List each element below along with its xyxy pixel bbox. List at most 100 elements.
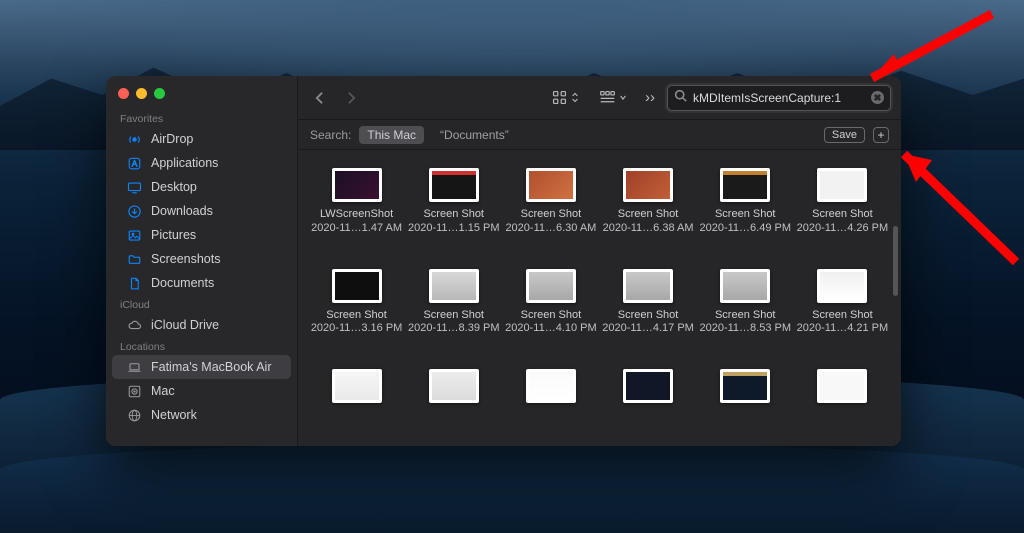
window-controls <box>106 86 297 109</box>
file-label: Screen Shot2020-11…4.17 PM <box>602 309 694 337</box>
maximize-button[interactable] <box>154 88 165 99</box>
sidebar-item-pictures[interactable]: Pictures <box>112 223 291 247</box>
sidebar-item-label: Documents <box>151 276 214 290</box>
sidebar-item-icloud-drive[interactable]: iCloud Drive <box>112 313 291 337</box>
file-label: Screen Shot2020-11…8.39 PM <box>408 309 500 337</box>
group-button[interactable] <box>593 86 633 109</box>
download-icon <box>126 203 142 219</box>
file-thumbnail <box>526 269 576 303</box>
file-label: Screen Shot2020-11…4.10 PM <box>505 309 597 337</box>
file-item[interactable] <box>407 369 500 436</box>
file-thumbnail <box>720 168 770 202</box>
sidebar-item-label: AirDrop <box>151 132 193 146</box>
search-icon <box>674 89 687 107</box>
add-search-criteria-button[interactable]: + <box>873 127 889 143</box>
file-thumbnail <box>332 369 382 403</box>
search-input[interactable] <box>693 91 865 105</box>
file-item[interactable]: Screen Shot2020-11…1.15 PM <box>407 168 500 263</box>
folder-icon <box>126 251 142 267</box>
toolbar-overflow-button[interactable]: ›› <box>641 89 659 106</box>
file-thumbnail <box>429 269 479 303</box>
sidebar-item-label: Downloads <box>151 204 213 218</box>
file-item[interactable]: Screen Shot2020-11…4.21 PM <box>796 269 889 364</box>
sidebar-item-label: Pictures <box>151 228 196 242</box>
file-label: Screen Shot2020-11…6.30 AM <box>505 208 596 236</box>
sidebar-item-label: Screenshots <box>151 252 220 266</box>
sidebar-item-label: Network <box>151 408 197 422</box>
file-thumbnail <box>817 369 867 403</box>
file-label: Screen Shot2020-11…6.38 AM <box>603 208 694 236</box>
file-thumbnail <box>429 369 479 403</box>
sidebar-item-network[interactable]: Network <box>112 403 291 427</box>
file-thumbnail <box>623 369 673 403</box>
globe-icon <box>126 407 142 423</box>
file-thumbnail <box>720 369 770 403</box>
file-item[interactable]: Screen Shot2020-11…6.30 AM <box>504 168 597 263</box>
search-label: Search: <box>310 128 351 142</box>
file-thumbnail <box>623 269 673 303</box>
file-item[interactable] <box>504 369 597 436</box>
file-item[interactable]: Screen Shot2020-11…4.10 PM <box>504 269 597 364</box>
file-thumbnail <box>526 369 576 403</box>
save-search-button[interactable]: Save <box>824 127 865 143</box>
file-label: Screen Shot2020-11…3.16 PM <box>311 309 403 337</box>
pictures-icon <box>126 227 142 243</box>
file-label: Screen Shot2020-11…6.49 PM <box>699 208 791 236</box>
desktop-icon <box>126 179 142 195</box>
scope-this-mac[interactable]: This Mac <box>359 126 424 144</box>
sidebar-item-fatima-s-macbook-air[interactable]: Fatima's MacBook Air <box>112 355 291 379</box>
sidebar-item-airdrop[interactable]: AirDrop <box>112 127 291 151</box>
file-item[interactable] <box>699 369 792 436</box>
back-button[interactable] <box>310 89 328 107</box>
doc-icon <box>126 275 142 291</box>
forward-button[interactable] <box>342 89 360 107</box>
file-thumbnail <box>526 168 576 202</box>
file-item[interactable]: Screen Shot2020-11…8.39 PM <box>407 269 500 364</box>
svg-text:A: A <box>131 159 137 168</box>
sidebar-item-label: Desktop <box>151 180 197 194</box>
file-item[interactable]: Screen Shot2020-11…3.16 PM <box>310 269 403 364</box>
sidebar-item-applications[interactable]: A Applications <box>112 151 291 175</box>
file-item[interactable]: Screen Shot2020-11…4.17 PM <box>601 269 694 364</box>
file-item[interactable]: Screen Shot2020-11…4.26 PM <box>796 168 889 263</box>
sidebar-item-downloads[interactable]: Downloads <box>112 199 291 223</box>
app-icon: A <box>126 155 142 171</box>
file-item[interactable]: LWScreenShot2020-11…1.47 AM <box>310 168 403 263</box>
sidebar-section-header: iCloud <box>106 295 297 313</box>
file-item[interactable] <box>796 369 889 436</box>
scope-documents[interactable]: “Documents” <box>432 126 517 144</box>
file-item[interactable]: Screen Shot2020-11…8.53 PM <box>699 269 792 364</box>
file-thumbnail <box>332 269 382 303</box>
file-thumbnail <box>623 168 673 202</box>
sidebar-item-label: Applications <box>151 156 218 170</box>
disk-icon <box>126 383 142 399</box>
search-scope-bar: Search: This Mac “Documents” Save + <box>298 120 901 150</box>
sidebar-section-header: Favorites <box>106 109 297 127</box>
close-button[interactable] <box>118 88 129 99</box>
file-label: Screen Shot2020-11…1.15 PM <box>408 208 500 236</box>
file-item[interactable] <box>601 369 694 436</box>
scrollbar[interactable] <box>893 226 898 296</box>
sidebar-item-label: iCloud Drive <box>151 318 219 332</box>
sidebar-item-documents[interactable]: Documents <box>112 271 291 295</box>
file-thumbnail <box>817 168 867 202</box>
file-label: Screen Shot2020-11…4.26 PM <box>797 208 889 236</box>
file-thumbnail <box>817 269 867 303</box>
file-thumbnail <box>720 269 770 303</box>
file-grid: LWScreenShot2020-11…1.47 AMScreen Shot20… <box>298 150 901 446</box>
main-panel: ›› Search: This Mac “Documents” Save + L… <box>298 76 901 446</box>
file-item[interactable]: Screen Shot2020-11…6.38 AM <box>601 168 694 263</box>
file-item[interactable]: Screen Shot2020-11…6.49 PM <box>699 168 792 263</box>
file-label: Screen Shot2020-11…4.21 PM <box>797 309 889 337</box>
clear-search-button[interactable] <box>871 91 884 104</box>
sidebar-item-screenshots[interactable]: Screenshots <box>112 247 291 271</box>
file-item[interactable] <box>310 369 403 436</box>
airdrop-icon <box>126 131 142 147</box>
search-field[interactable] <box>667 85 891 111</box>
sidebar-item-desktop[interactable]: Desktop <box>112 175 291 199</box>
sidebar-item-mac[interactable]: Mac <box>112 379 291 403</box>
minimize-button[interactable] <box>136 88 147 99</box>
finder-window: Favorites AirDrop A Applications Desktop Down… <box>106 76 901 446</box>
icon-view-button[interactable] <box>545 86 585 109</box>
toolbar: ›› <box>298 76 901 120</box>
